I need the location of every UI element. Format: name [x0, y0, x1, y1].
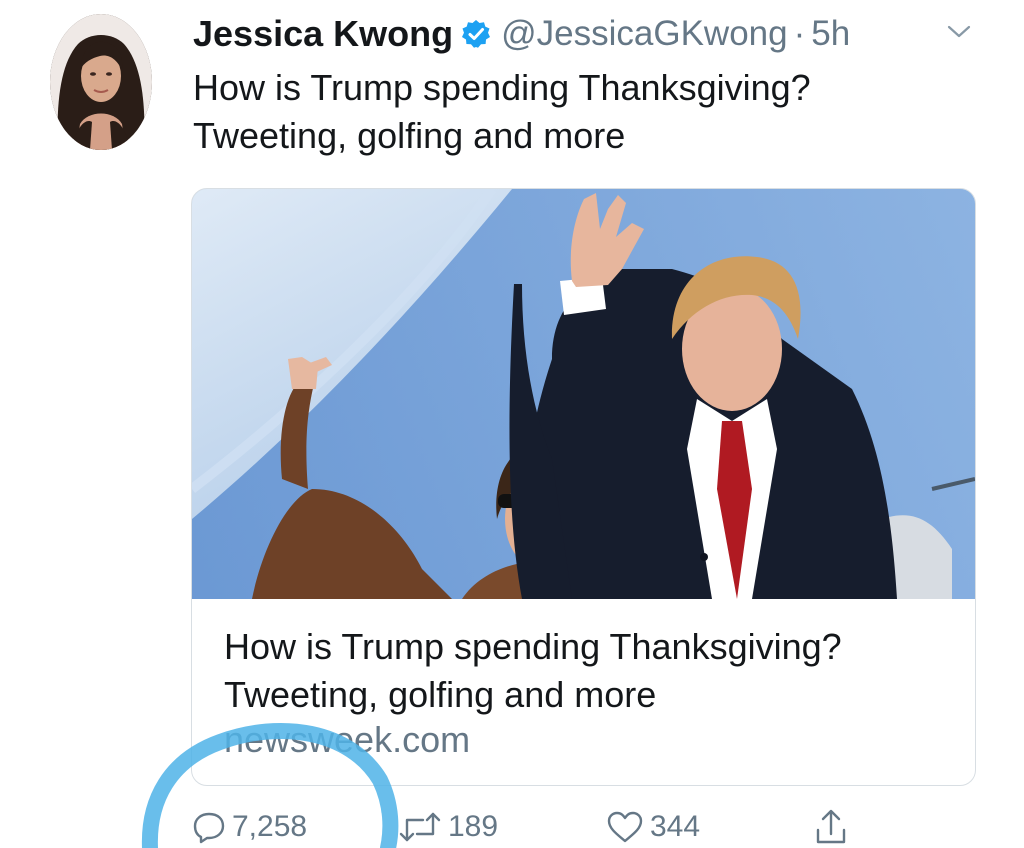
tweet-timestamp[interactable]: 5h: [811, 14, 850, 54]
author-handle[interactable]: @JessicaGKwong: [501, 14, 787, 54]
retweet-icon: [398, 810, 442, 844]
verified-badge-icon: [461, 19, 491, 49]
tweet: Jessica Kwong @JessicaGKwong · 5h How is…: [0, 0, 1024, 848]
reply-button[interactable]: 7,258: [192, 806, 307, 848]
retweet-button[interactable]: 189: [398, 806, 498, 848]
like-button[interactable]: 344: [606, 806, 700, 848]
reply-icon: [192, 810, 226, 844]
retweet-count: 189: [448, 810, 499, 843]
tweet-text-line: Tweeting, golfing and more: [193, 115, 626, 156]
reply-count: 7,258: [232, 810, 308, 843]
card-title-line: Tweeting, golfing and more: [224, 674, 657, 715]
share-icon: [814, 808, 848, 846]
separator-dot: ·: [793, 14, 806, 53]
author-name[interactable]: Jessica Kwong: [193, 13, 453, 55]
tweet-header: Jessica Kwong @JessicaGKwong · 5h: [193, 10, 850, 58]
card-title-line: How is Trump spending Thanksgiving?: [224, 626, 842, 667]
tweet-text: How is Trump spending Thanksgiving? Twee…: [193, 64, 983, 160]
chevron-down-icon[interactable]: [946, 22, 972, 42]
avatar-photo: [50, 14, 152, 150]
card-image: [192, 189, 975, 599]
tweet-actions: 7,258 189 344: [0, 806, 1024, 848]
avatar[interactable]: [50, 14, 152, 150]
like-count: 344: [650, 810, 701, 843]
heart-icon: [606, 810, 644, 844]
tweet-text-line: How is Trump spending Thanksgiving?: [193, 67, 811, 108]
link-card[interactable]: How is Trump spending Thanksgiving? Twee…: [191, 188, 976, 786]
share-button[interactable]: [814, 806, 848, 848]
card-title: How is Trump spending Thanksgiving? Twee…: [224, 623, 944, 719]
card-domain: newsweek.com: [224, 719, 471, 760]
